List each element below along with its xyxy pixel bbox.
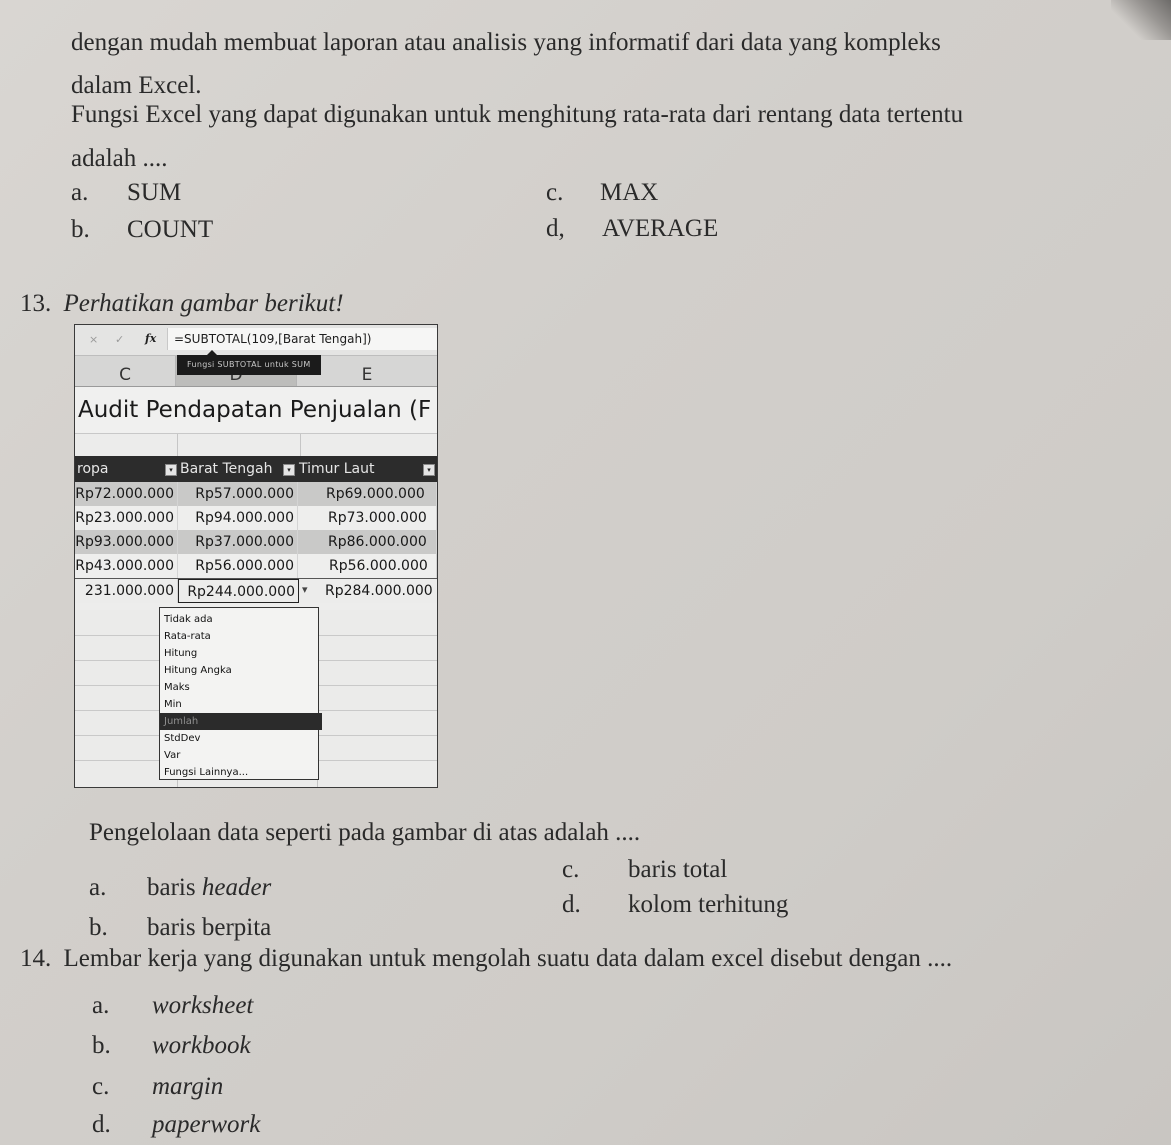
menu-item-count[interactable]: Hitung (163, 645, 314, 662)
table-cell[interactable]: Rp94.000.000 (178, 506, 298, 530)
total-cell-selected[interactable]: Rp244.000.000 (178, 579, 299, 603)
empty-row (75, 434, 437, 457)
q13-option-a[interactable]: a. baris header (89, 875, 271, 900)
option-text: baris total (628, 856, 728, 883)
table-cell[interactable]: Rp73.000.000 (298, 506, 437, 530)
q14-question-text: Lembar kerja yang digunakan untuk mengol… (63, 945, 953, 972)
filter-dropdown-icon[interactable]: ▾ (283, 464, 295, 476)
option-letter: a. (89, 874, 107, 901)
q12-text-line-1: Fungsi Excel yang dapat digunakan untuk … (71, 101, 964, 128)
column-header-c[interactable]: C (75, 356, 176, 386)
header-barat-tengah[interactable]: Barat Tengah (180, 456, 272, 482)
table-header-row: ropa ▾ Barat Tengah ▾ Timur Laut ▾ (75, 456, 437, 482)
enter-icon[interactable]: ✓ (115, 333, 124, 346)
option-text: MAX (600, 179, 659, 206)
option-text: worksheet (152, 992, 254, 1019)
function-tooltip: Fungsi SUBTOTAL untuk SUM (177, 350, 321, 375)
table-cell[interactable]: Rp69.000.000 (298, 482, 437, 506)
question-number: 14. (20, 945, 52, 972)
menu-item-none[interactable]: Tidak ada (163, 611, 314, 628)
menu-item-count-numbers[interactable]: Hitung Angka (163, 662, 314, 679)
menu-item-stddev[interactable]: StdDev (163, 730, 314, 747)
grid-line (177, 434, 178, 456)
table-row: Rp43.000.000 Rp56.000.000 Rp56.000.000 (75, 554, 437, 578)
formula-input[interactable]: =SUBTOTAL(109,[Barat Tengah]) (167, 328, 437, 350)
question-number: 13. (20, 290, 52, 317)
option-text: COUNT (127, 216, 214, 243)
q13-prompt: 13. Perhatikan gambar berikut! (20, 291, 344, 316)
option-text-italic: header (201, 874, 272, 901)
q14-option-b[interactable]: b. workbook (92, 1033, 251, 1058)
total-cell[interactable]: Rp284.000.000 (299, 579, 437, 603)
q14-question: 14. Lembar kerja yang digunakan untuk me… (20, 946, 952, 971)
option-text: margin (152, 1073, 224, 1100)
q13-option-d[interactable]: d. kolom terhitung (562, 892, 788, 917)
menu-item-var[interactable]: Var (163, 747, 314, 764)
sheet-title[interactable]: Audit Pendapatan Penjualan (F (75, 387, 437, 434)
page-corner-shadow (1111, 0, 1171, 40)
table-cell[interactable]: Rp57.000.000 (178, 482, 298, 506)
header-eropa[interactable]: ropa (77, 456, 108, 482)
formula-bar: × ✓ fx =SUBTOTAL(109,[Barat Tengah]) (75, 325, 437, 356)
option-letter: c. (92, 1073, 110, 1100)
option-letter: a. (71, 179, 89, 206)
header-timur-laut[interactable]: Timur Laut (299, 456, 374, 482)
option-letter: b. (92, 1032, 111, 1059)
q12-option-b[interactable]: b. COUNT (71, 217, 213, 242)
table-cell[interactable]: Rp37.000.000 (178, 530, 298, 554)
excel-screenshot: × ✓ fx =SUBTOTAL(109,[Barat Tengah]) C D… (74, 324, 438, 788)
intro-line-1: dengan mudah membuat laporan atau analis… (71, 29, 941, 56)
filter-dropdown-icon[interactable]: ▾ (423, 464, 435, 476)
total-function-menu: Tidak ada Rata-rata Hitung Hitung Angka … (159, 607, 322, 781)
menu-item-more-functions[interactable]: Fungsi Lainnya... (163, 764, 314, 781)
q13-option-c[interactable]: c. baris total (562, 857, 727, 882)
option-text: baris (147, 874, 202, 901)
q13-question: Pengelolaan data seperti pada gambar di … (89, 819, 641, 846)
q13-option-b[interactable]: b. baris berpita (89, 915, 271, 940)
option-letter: b. (71, 216, 90, 243)
filter-dropdown-icon[interactable]: ▾ (165, 464, 177, 476)
option-text: baris berpita (147, 914, 272, 941)
table-cell[interactable]: Rp86.000.000 (298, 530, 437, 554)
q12-option-a[interactable]: a. SUM (71, 180, 181, 205)
table-row: Rp93.000.000 Rp37.000.000 Rp86.000.000 (75, 530, 437, 554)
option-letter: d, (546, 215, 565, 242)
table-row: Rp23.000.000 Rp94.000.000 Rp73.000.000 (75, 506, 437, 530)
total-cell[interactable]: 231.000.000 (75, 579, 178, 603)
option-text: AVERAGE (602, 215, 719, 242)
q14-option-a[interactable]: a. worksheet (92, 993, 253, 1018)
menu-item-sum-selected[interactable]: Jumlah (160, 713, 322, 730)
table-cell[interactable]: Rp72.000.000 (75, 482, 178, 506)
table-cell[interactable]: Rp56.000.000 (178, 554, 298, 578)
option-letter: d. (92, 1111, 111, 1138)
table-cell[interactable]: Rp56.000.000 (298, 554, 437, 578)
intro-line-2: dalam Excel. (71, 72, 202, 99)
option-text: paperwork (152, 1111, 261, 1138)
grid-line (300, 434, 301, 456)
cancel-icon[interactable]: × (89, 333, 98, 346)
menu-item-average[interactable]: Rata-rata (163, 628, 314, 645)
insert-function-icon[interactable]: fx (145, 332, 156, 345)
total-row: 231.000.000 Rp244.000.000 ▾ Rp284.000.00… (75, 578, 437, 603)
menu-item-max[interactable]: Maks (163, 679, 314, 696)
option-text: workbook (152, 1032, 251, 1059)
table-cell[interactable]: Rp23.000.000 (75, 506, 178, 530)
option-text: kolom terhitung (628, 891, 789, 918)
table-row: Rp72.000.000 Rp57.000.000 Rp69.000.000 (75, 482, 437, 506)
q13-prompt-text: Perhatikan gambar berikut! (63, 290, 344, 317)
q12-option-d[interactable]: d, AVERAGE (546, 216, 718, 241)
q12-option-c[interactable]: c. MAX (546, 180, 658, 205)
option-letter: c. (562, 856, 580, 883)
option-letter: b. (89, 914, 108, 941)
q14-option-c[interactable]: c. margin (92, 1074, 223, 1099)
q12-text-line-2: adalah .... (71, 145, 168, 172)
option-letter: d. (562, 891, 581, 918)
option-text: SUM (127, 179, 182, 206)
table-cell[interactable]: Rp43.000.000 (75, 554, 178, 578)
menu-item-min[interactable]: Min (163, 696, 314, 713)
option-letter: c. (546, 179, 564, 206)
q14-option-d[interactable]: d. paperwork (92, 1112, 260, 1137)
option-letter: a. (92, 992, 110, 1019)
table-cell[interactable]: Rp93.000.000 (75, 530, 178, 554)
